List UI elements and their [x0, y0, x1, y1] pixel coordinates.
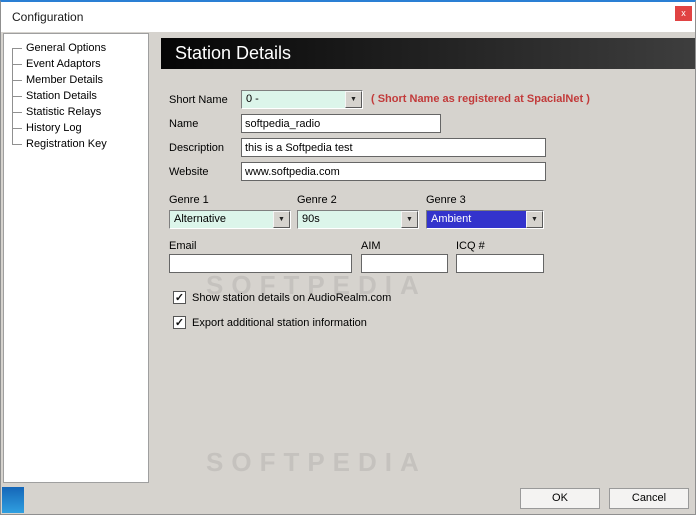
icq-label: ICQ #: [456, 240, 485, 252]
checkbox-check-icon: ✓: [173, 291, 186, 304]
genre1-value: Alternative: [174, 213, 226, 225]
sidebar-tree: General Options Event Adaptors Member De…: [4, 40, 148, 152]
window-title: Configuration: [12, 10, 84, 24]
website-label: Website: [169, 166, 209, 178]
sidebar-item-station-details[interactable]: Station Details: [4, 88, 148, 104]
chevron-down-icon[interactable]: ▼: [345, 91, 362, 108]
genre1-label: Genre 1: [169, 194, 209, 206]
chevron-down-icon[interactable]: ▼: [273, 211, 290, 228]
genre2-dropdown[interactable]: 90s ▼: [297, 210, 419, 229]
chevron-down-icon[interactable]: ▼: [526, 211, 543, 228]
email-field[interactable]: [169, 254, 352, 273]
genre2-value: 90s: [302, 213, 320, 225]
short-name-note: ( Short Name as registered at SpacialNet…: [371, 93, 590, 105]
watermark: SOFTPEDIA: [206, 447, 427, 477]
short-name-dropdown[interactable]: 0 - ▼: [241, 90, 363, 109]
genre3-value: Ambient: [427, 211, 526, 228]
export-additional-info-label: Export additional station information: [192, 316, 367, 329]
show-station-details-checkbox[interactable]: ✓ Show station details on AudioRealm.com: [173, 291, 391, 304]
short-name-value: 0 -: [246, 93, 259, 105]
sidebar-item-statistic-relays[interactable]: Statistic Relays: [4, 104, 148, 120]
checkbox-check-icon: ✓: [173, 316, 186, 329]
genre3-label: Genre 3: [426, 194, 466, 206]
sidebar: General Options Event Adaptors Member De…: [3, 33, 149, 483]
sidebar-item-registration-key[interactable]: Registration Key: [4, 136, 148, 152]
page-title: Station Details: [161, 38, 695, 69]
ok-button[interactable]: OK: [520, 488, 600, 509]
sidebar-item-member-details[interactable]: Member Details: [4, 72, 148, 88]
description-field[interactable]: [241, 138, 546, 157]
configuration-window: Configuration x General Options Event Ad…: [0, 0, 696, 515]
name-label: Name: [169, 118, 199, 130]
genre2-label: Genre 2: [297, 194, 337, 206]
sidebar-item-history-log[interactable]: History Log: [4, 120, 148, 136]
chevron-down-icon[interactable]: ▼: [401, 211, 418, 228]
export-additional-info-checkbox[interactable]: ✓ Export additional station information: [173, 316, 367, 329]
icq-field[interactable]: [456, 254, 544, 273]
close-button[interactable]: x: [675, 6, 692, 21]
cancel-button[interactable]: Cancel: [609, 488, 689, 509]
email-label: Email: [169, 240, 197, 252]
sidebar-item-event-adaptors[interactable]: Event Adaptors: [4, 56, 148, 72]
close-icon: x: [681, 8, 686, 18]
aim-label: AIM: [361, 240, 381, 252]
sidebar-item-general-options[interactable]: General Options: [4, 40, 148, 56]
description-label: Description: [169, 142, 225, 154]
show-station-details-label: Show station details on AudioRealm.com: [192, 291, 392, 304]
title-bar: Configuration x: [1, 2, 695, 32]
genre1-dropdown[interactable]: Alternative ▼: [169, 210, 291, 229]
aim-field[interactable]: [361, 254, 448, 273]
main-panel: Station Details SOFTPEDIA SOFTPEDIA Shor…: [149, 33, 695, 514]
name-field[interactable]: [241, 114, 441, 133]
genre3-dropdown[interactable]: Ambient ▼: [426, 210, 544, 229]
website-field[interactable]: [241, 162, 546, 181]
short-name-label: Short Name: [169, 94, 228, 106]
corner-accent: [2, 487, 24, 513]
